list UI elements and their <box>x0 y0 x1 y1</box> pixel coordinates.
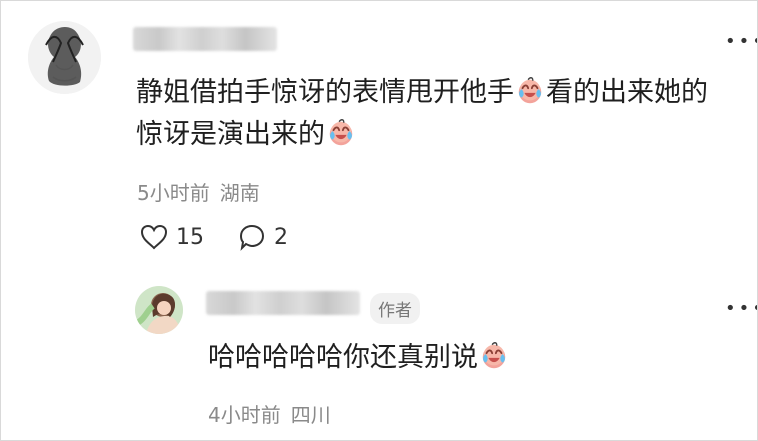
reply-more-icon[interactable]: ••• <box>725 300 757 318</box>
comment-text-line-2: 惊讶是演出来的 <box>136 113 357 157</box>
reply-time: 4小时前 <box>208 403 281 427</box>
comment-location: 湖南 <box>219 181 260 205</box>
reply-count: 2 <box>274 224 288 250</box>
like-button[interactable]: 15 <box>140 224 204 250</box>
reply-location: 四川 <box>290 403 331 427</box>
reply-text-content: 哈哈哈哈哈你还真别说 <box>208 342 478 373</box>
reply-button[interactable]: 2 <box>238 223 288 251</box>
commenter-avatar[interactable] <box>28 21 101 94</box>
commenter-name-blurred[interactable] <box>133 27 277 51</box>
comment-time: 5小时前 <box>137 181 210 205</box>
comment-text-part-2: 看的出来她的 <box>546 77 708 108</box>
reply-text: 哈哈哈哈哈你还真别说 <box>208 336 510 380</box>
author-badge: 作者 <box>370 293 420 324</box>
comment-bubble-icon <box>239 224 265 251</box>
reply-avatar[interactable] <box>135 286 183 334</box>
laugh-cry-emoji-icon <box>518 77 542 104</box>
comment-text-part-3: 惊讶是演出来的 <box>136 119 325 150</box>
heart-icon <box>140 224 168 250</box>
comment-text-line-1: 静姐借拍手惊讶的表情甩开他手 看的出来她的 <box>136 71 708 115</box>
like-count: 15 <box>176 224 204 250</box>
more-icon[interactable]: ••• <box>725 33 757 51</box>
comment-thread: ••• 静姐借拍手惊讶的表情甩开他手 看的出来她的 惊讶是演出来的 <box>0 0 758 441</box>
comment-meta: 5小时前 湖南 <box>137 177 260 206</box>
reply-meta: 4小时前 四川 <box>208 399 331 428</box>
reply-author-name-blurred[interactable] <box>206 291 360 315</box>
comment-actions: 15 2 <box>140 223 322 251</box>
laugh-cry-emoji-icon <box>482 342 506 369</box>
comment-text-part-1: 静姐借拍手惊讶的表情甩开他手 <box>136 77 514 108</box>
laugh-cry-emoji-icon <box>329 119 353 146</box>
